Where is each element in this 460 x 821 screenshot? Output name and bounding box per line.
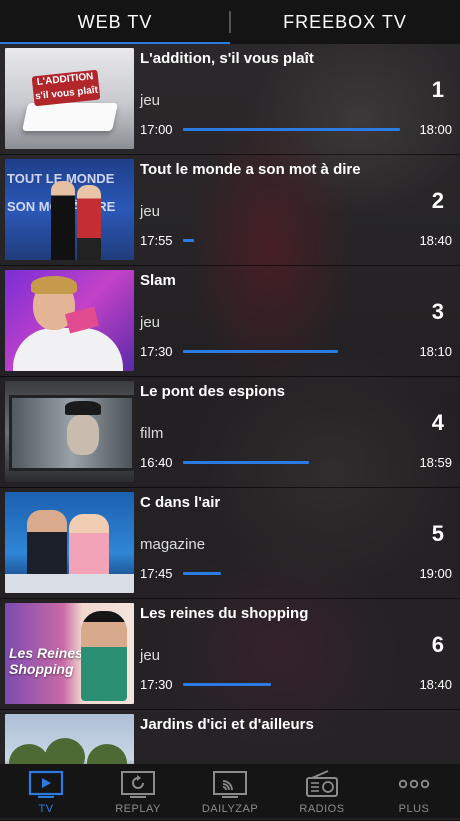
end-time: 18:40 (419, 233, 452, 248)
channel-number: 3 (431, 299, 444, 324)
program-row[interactable]: TOUT LE MONDE SON MOT À DIRE Tout le mon… (0, 155, 460, 266)
start-time: 17:45 (140, 566, 173, 581)
program-genre: film (140, 425, 164, 442)
program-thumbnail (5, 270, 134, 371)
program-row[interactable]: C dans l'air magazine 5 17:45 19:00 (0, 488, 460, 599)
channel-number: 6 (431, 632, 444, 657)
tab-tv[interactable]: TV (0, 764, 92, 818)
tab-replay[interactable]: REPLAY (92, 764, 184, 818)
program-thumbnail: TOUT LE MONDE SON MOT À DIRE (5, 159, 134, 260)
tab-web-tv[interactable]: WEB TV (0, 0, 230, 44)
program-title: Tout le monde a son mot à dire (140, 161, 361, 178)
active-tab-indicator (0, 42, 230, 44)
tab-plus[interactable]: PLUS (368, 764, 460, 818)
channel-number: 1 (431, 77, 444, 102)
start-time: 17:30 (140, 344, 173, 359)
progress-bar (183, 350, 404, 353)
end-time: 18:40 (419, 677, 452, 692)
channel-number: 4 (431, 410, 444, 435)
end-time: 18:59 (419, 455, 452, 470)
program-row[interactable]: Slam jeu 3 17:30 18:10 (0, 266, 460, 377)
start-time: 17:30 (140, 677, 173, 692)
more-icon (398, 779, 430, 789)
tab-divider (229, 11, 231, 33)
tab-radios[interactable]: RADIOS (276, 764, 368, 818)
program-row[interactable]: L'ADDITION s'il vous plaît L'addition, s… (0, 44, 460, 155)
program-genre: jeu (140, 92, 161, 109)
program-title: C dans l'air (140, 494, 221, 511)
program-genre: jeu (140, 203, 161, 220)
program-title: Le pont des espions (140, 383, 286, 400)
program-thumbnail (5, 381, 134, 482)
program-list[interactable]: L'ADDITION s'il vous plaît L'addition, s… (0, 44, 460, 821)
program-title: L'addition, s'il vous plaît (140, 50, 314, 67)
tv-play-icon (28, 770, 64, 798)
program-title: Jardins d'ici et d'ailleurs (140, 716, 314, 733)
program-genre: jeu (140, 314, 161, 331)
end-time: 18:00 (419, 122, 452, 137)
bottom-tab-bar: TV REPLAY DAILYZAP RADIOS PLUS (0, 764, 460, 818)
program-row[interactable]: Les Reines du Shopping Les reines du sho… (0, 599, 460, 710)
start-time: 17:00 (140, 122, 173, 137)
program-genre: magazine (140, 536, 206, 553)
program-thumbnail: L'ADDITION s'il vous plaît (5, 48, 134, 149)
tab-dailyzap[interactable]: DAILYZAP (184, 764, 276, 818)
program-genre: jeu (140, 647, 161, 664)
program-row[interactable]: Le pont des espions film 4 16:40 18:59 (0, 377, 460, 488)
progress-bar (183, 239, 404, 242)
program-thumbnail (5, 492, 134, 593)
channel-number: 5 (431, 521, 444, 546)
radio-icon (306, 770, 338, 797)
program-thumbnail: Les Reines du Shopping (5, 603, 134, 704)
channel-number: 2 (431, 188, 444, 213)
progress-bar (183, 683, 404, 686)
end-time: 18:10 (419, 344, 452, 359)
program-title: Slam (140, 272, 176, 289)
progress-bar (183, 461, 404, 464)
program-title: Les reines du shopping (140, 605, 309, 622)
progress-bar (183, 128, 404, 131)
start-time: 16:40 (140, 455, 173, 470)
top-tab-bar: WEB TV FREEBOX TV (0, 0, 460, 44)
progress-bar (183, 572, 404, 575)
end-time: 19:00 (419, 566, 452, 581)
tab-freebox-tv[interactable]: FREEBOX TV (230, 0, 460, 44)
cast-icon (213, 771, 247, 798)
replay-icon (121, 771, 155, 798)
start-time: 17:55 (140, 233, 173, 248)
